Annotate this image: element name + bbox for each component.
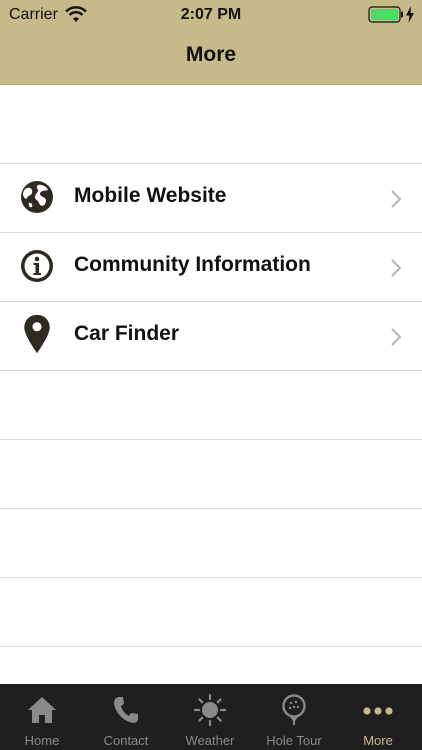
tab-hole-tour[interactable]: Hole Tour bbox=[252, 684, 336, 750]
chevron-right-icon bbox=[391, 328, 402, 346]
tab-weather[interactable]: Weather bbox=[168, 684, 252, 750]
empty-list-row bbox=[0, 508, 422, 577]
page-title: More bbox=[185, 43, 237, 66]
sun-icon bbox=[194, 694, 226, 726]
status-time: 2:07 PM bbox=[180, 6, 242, 23]
chevron-right-icon bbox=[391, 259, 402, 277]
info-icon bbox=[21, 250, 53, 282]
tab-label: More bbox=[363, 733, 393, 748]
home-icon bbox=[28, 697, 56, 723]
charging-bolt-icon bbox=[406, 6, 414, 23]
empty-list-row bbox=[0, 370, 422, 439]
menu-item-car-finder[interactable]: Car Finder bbox=[0, 301, 422, 370]
more-menu-list: Mobile Website Community Information Car… bbox=[0, 163, 422, 686]
golf-ball-icon bbox=[282, 694, 306, 725]
tab-more[interactable]: More bbox=[336, 684, 420, 750]
tab-label: Weather bbox=[185, 733, 235, 748]
tab-label: Contact bbox=[103, 733, 149, 748]
menu-item-label: Car Finder bbox=[74, 322, 180, 345]
tab-label: Home bbox=[24, 733, 60, 748]
menu-item-label: Mobile Website bbox=[74, 184, 227, 207]
globe-icon bbox=[21, 181, 53, 213]
chevron-right-icon bbox=[391, 190, 402, 208]
empty-list-row bbox=[0, 646, 422, 686]
empty-list-row bbox=[0, 577, 422, 646]
tab-home[interactable]: Home bbox=[0, 684, 84, 750]
more-dots-icon bbox=[363, 707, 393, 715]
tab-label: Hole Tour bbox=[266, 733, 322, 748]
battery-icon bbox=[368, 6, 403, 23]
map-pin-icon bbox=[24, 314, 50, 354]
tab-contact[interactable]: Contact bbox=[84, 684, 168, 750]
navigation-header: Carrier 2:07 PM More bbox=[0, 0, 422, 85]
empty-list-row bbox=[0, 439, 422, 508]
phone-icon bbox=[114, 697, 138, 723]
tab-bar: Home Contact Weather Hole Tour More bbox=[0, 684, 422, 750]
status-bar: Carrier 2:07 PM bbox=[0, 0, 422, 30]
menu-item-label: Community Information bbox=[74, 253, 311, 276]
menu-item-mobile-website[interactable]: Mobile Website bbox=[0, 163, 422, 232]
menu-item-community-information[interactable]: Community Information bbox=[0, 232, 422, 301]
